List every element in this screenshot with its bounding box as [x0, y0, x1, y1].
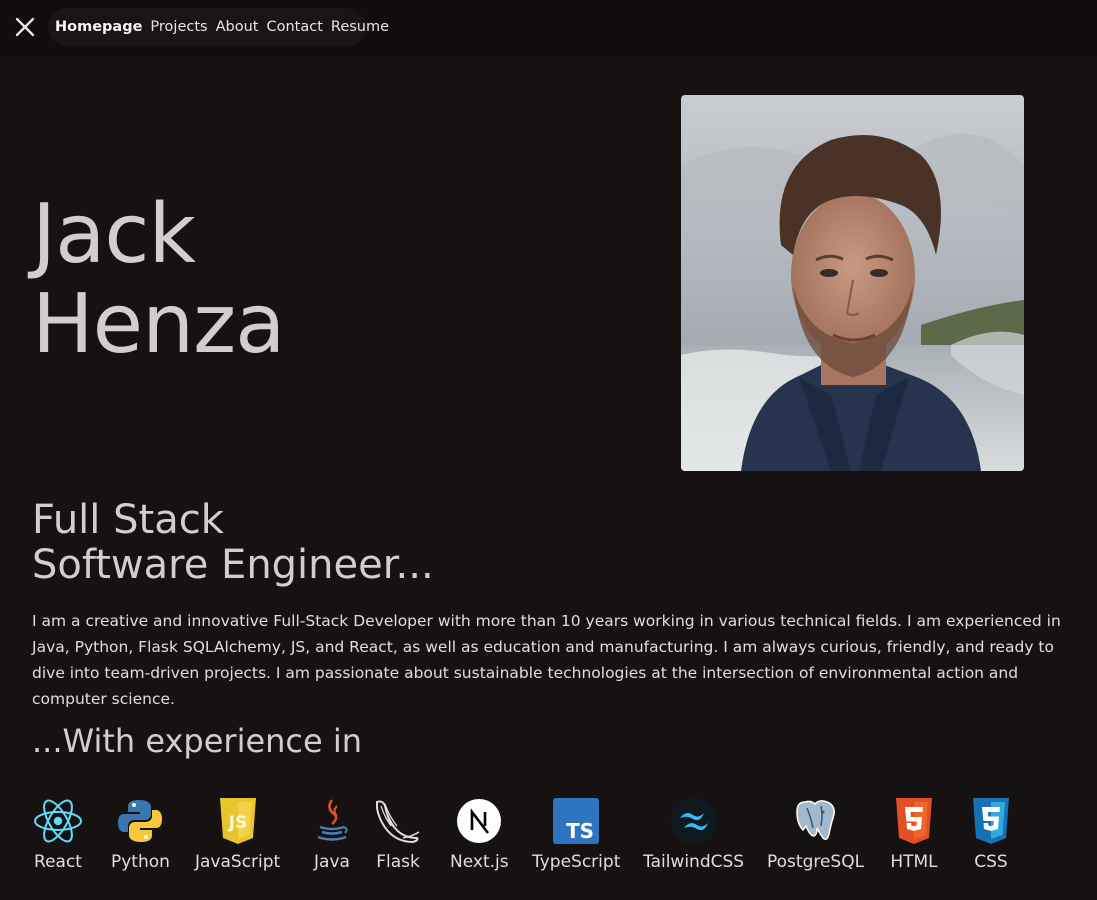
- skill-label: React: [34, 852, 82, 872]
- hero-last-name: Henza: [32, 277, 285, 372]
- skill-typescript: TS TypeScript: [532, 796, 620, 872]
- skill-label: Flask: [376, 852, 420, 872]
- skill-tailwindcss: TailwindCSS: [643, 796, 744, 872]
- subtitle-line-1: Full Stack: [32, 497, 224, 543]
- skill-postgresql: PostgreSQL: [767, 796, 864, 872]
- typescript-icon: TS: [551, 796, 601, 846]
- python-icon: [115, 796, 165, 846]
- experience-heading: ...With experience in: [32, 722, 363, 760]
- close-icon[interactable]: [13, 15, 37, 39]
- hero-first-name: Jack: [32, 187, 196, 282]
- react-icon: [33, 796, 83, 846]
- skill-label: CSS: [974, 852, 1008, 872]
- skill-html: HTML: [889, 796, 939, 872]
- svg-text:JS: JS: [227, 813, 247, 833]
- top-navbar: Homepage Projects About Contact Resume: [0, 0, 1097, 56]
- skill-label: PostgreSQL: [767, 852, 865, 872]
- skill-label: Python: [111, 852, 170, 872]
- skill-java: Java: [307, 796, 357, 872]
- skill-label: Java: [314, 852, 350, 872]
- hero-subtitle: Full Stack Software Engineer...: [32, 498, 434, 588]
- skill-label: TypeScript: [532, 852, 621, 872]
- javascript-icon: JS: [213, 796, 263, 846]
- html5-icon: [889, 796, 939, 846]
- java-icon: [307, 796, 357, 846]
- nav-link-resume[interactable]: Resume: [331, 19, 389, 35]
- nav-menu: Homepage Projects About Contact Resume: [48, 8, 389, 46]
- hero-name: Jack Henza: [32, 187, 285, 372]
- skill-css: CSS: [966, 796, 1016, 872]
- skill-nextjs: Next.js: [450, 796, 509, 872]
- skill-label: TailwindCSS: [643, 852, 745, 872]
- skill-react: React: [33, 796, 83, 872]
- skill-label: Next.js: [450, 852, 509, 872]
- skill-label: HTML: [890, 852, 938, 872]
- tailwindcss-icon: [669, 796, 719, 846]
- flask-icon: [373, 796, 423, 846]
- profile-photo: [681, 95, 1024, 471]
- nav-link-homepage[interactable]: Homepage: [55, 19, 142, 35]
- bio-paragraph: I am a creative and innovative Full-Stac…: [32, 612, 1061, 708]
- postgresql-icon: [791, 796, 841, 846]
- nextjs-icon: [454, 796, 504, 846]
- nav-link-about[interactable]: About: [216, 19, 259, 35]
- skill-python: Python: [111, 796, 170, 872]
- subtitle-line-2: Software Engineer...: [32, 542, 434, 588]
- css3-icon: [966, 796, 1016, 846]
- skill-flask: Flask: [373, 796, 423, 872]
- skill-label: JavaScript: [195, 852, 281, 872]
- skill-javascript: JS JavaScript: [195, 796, 280, 872]
- nav-link-contact[interactable]: Contact: [266, 19, 322, 35]
- nav-link-projects[interactable]: Projects: [150, 19, 207, 35]
- svg-text:TS: TS: [566, 819, 594, 843]
